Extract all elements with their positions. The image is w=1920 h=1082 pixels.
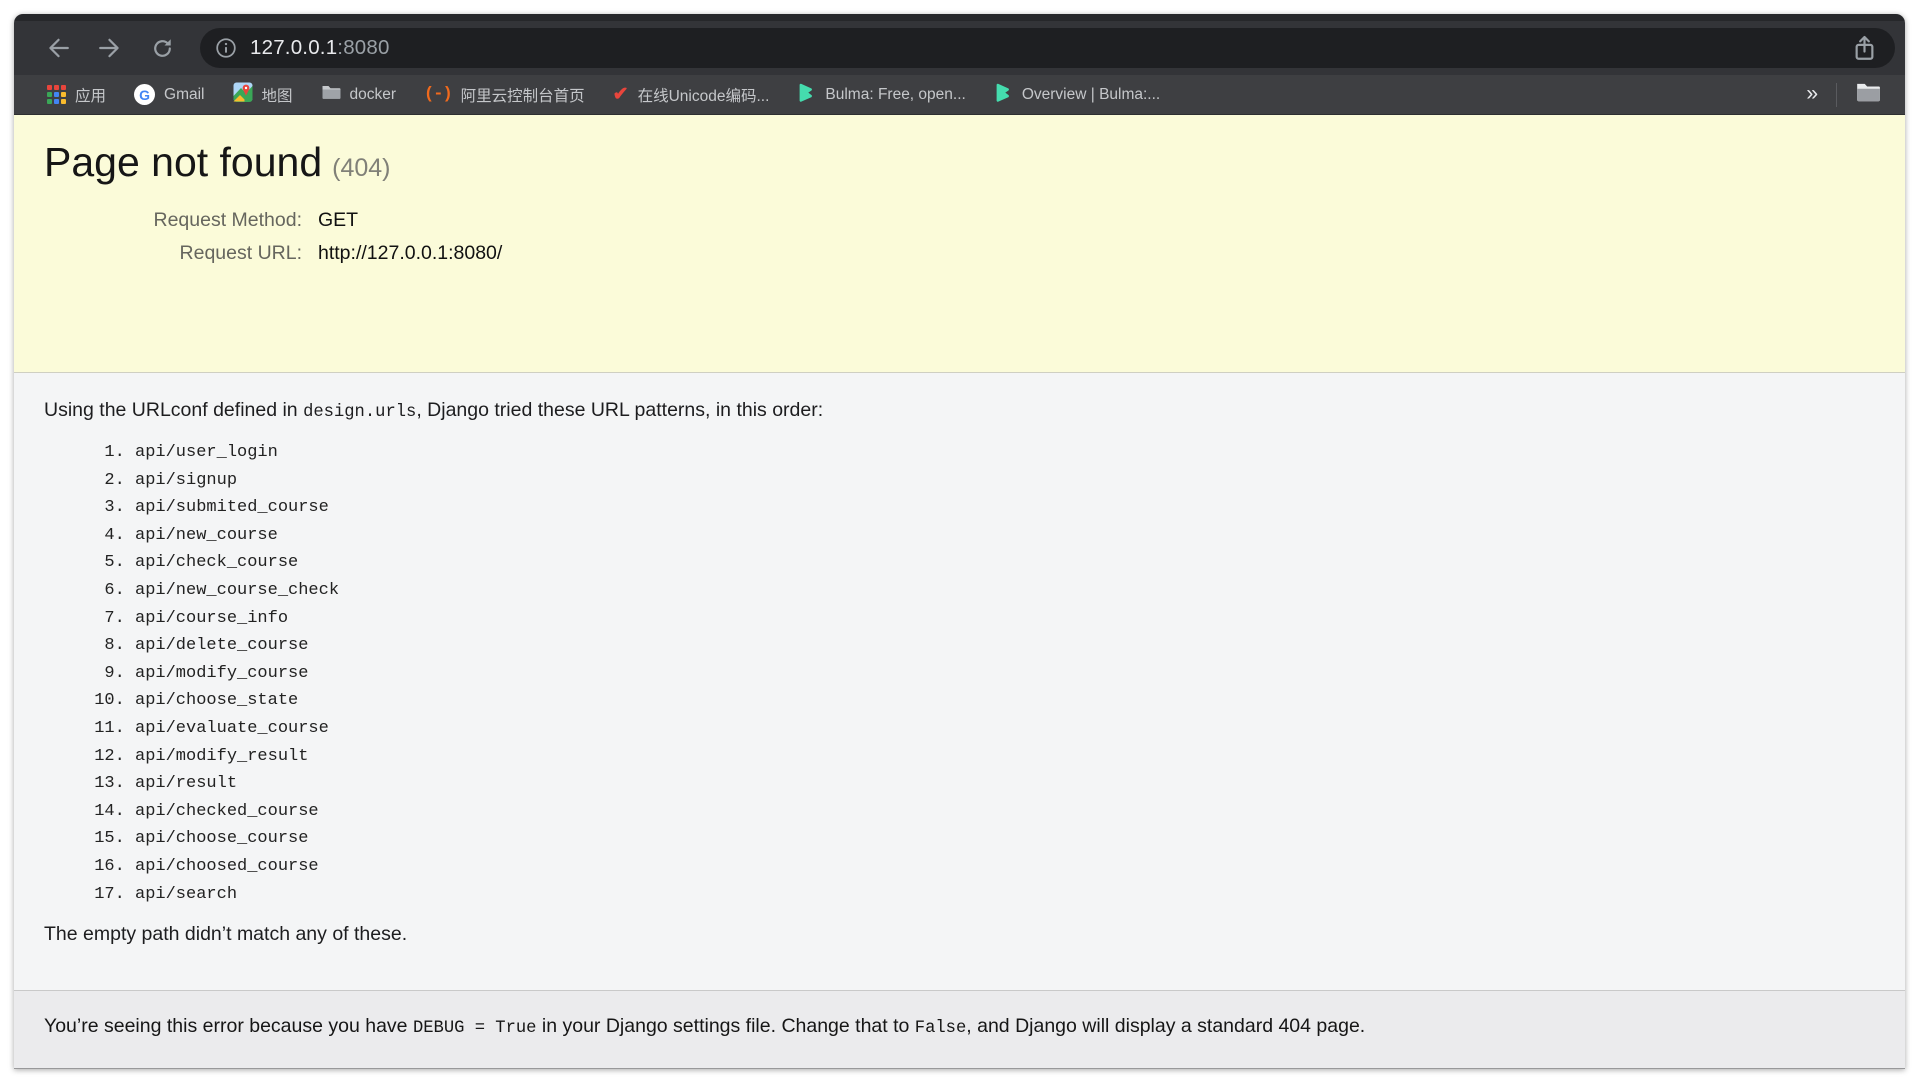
page-content: Page not found(404) Request Method: GET … bbox=[14, 115, 1905, 1069]
debug-false-code: False bbox=[915, 1019, 966, 1038]
bookmark-label: 阿里云控制台首页 bbox=[461, 84, 585, 106]
url-pattern-item: api/new_course_check bbox=[135, 577, 1875, 605]
site-info-icon[interactable] bbox=[215, 37, 237, 59]
request-url-row: Request URL: http://127.0.0.1:8080/ bbox=[44, 237, 502, 270]
error-summary: Page not found(404) Request Method: GET … bbox=[14, 115, 1905, 373]
google-g-icon: G bbox=[134, 84, 155, 105]
bookmark-bulma-overview[interactable]: Overview | Bulma:... bbox=[994, 82, 1160, 108]
folder-icon bbox=[321, 82, 341, 107]
url-pattern-item: api/choose_course bbox=[135, 825, 1875, 853]
bulma-icon bbox=[797, 82, 816, 108]
bookmark-apps[interactable]: 应用 bbox=[47, 84, 106, 106]
url-pattern-item: api/choose_state bbox=[135, 687, 1875, 715]
bookmark-label: 在线Unicode编码... bbox=[638, 84, 770, 106]
debug-true-code: DEBUG = True bbox=[413, 1019, 537, 1038]
bookmarks-divider bbox=[1836, 83, 1837, 107]
request-method-row: Request Method: GET bbox=[44, 204, 502, 237]
bookmark-docker[interactable]: docker bbox=[321, 82, 397, 107]
request-url-label: Request URL: bbox=[44, 237, 302, 270]
bookmarks-right-group: » bbox=[1806, 80, 1881, 109]
bookmarks-overflow-chevron[interactable]: » bbox=[1806, 83, 1818, 107]
request-url-value: http://127.0.0.1:8080/ bbox=[302, 237, 502, 270]
url-pattern-item: api/modify_course bbox=[135, 660, 1875, 688]
status-code: (404) bbox=[332, 154, 390, 182]
request-info-table: Request Method: GET Request URL: http://… bbox=[44, 204, 502, 270]
url-pattern-item: api/search bbox=[135, 881, 1875, 909]
url-port: :8080 bbox=[337, 36, 389, 59]
address-bar[interactable]: 127.0.0.1:8080 bbox=[200, 28, 1895, 68]
window-top-strip bbox=[14, 14, 1905, 21]
aliyun-console-icon: (-) bbox=[424, 85, 452, 104]
bookmark-label: Gmail bbox=[164, 86, 204, 104]
browser-toolbar: 127.0.0.1:8080 bbox=[14, 21, 1905, 75]
reload-icon bbox=[150, 36, 175, 61]
red-check-icon: ✔ bbox=[613, 83, 629, 106]
url-patterns-list: api/user_loginapi/signupapi/submited_cou… bbox=[44, 439, 1875, 908]
url-pattern-item: api/new_course bbox=[135, 522, 1875, 550]
url-pattern-item: api/signup bbox=[135, 467, 1875, 495]
urlconf-info: Using the URLconf defined in design.urls… bbox=[14, 373, 1905, 990]
bookmark-unicode-encoder[interactable]: ✔ 在线Unicode编码... bbox=[613, 83, 770, 106]
debug-explanation: You’re seeing this error because you hav… bbox=[14, 990, 1905, 1069]
share-icon[interactable] bbox=[1850, 34, 1879, 63]
url-pattern-item: api/submited_course bbox=[135, 494, 1875, 522]
back-button[interactable] bbox=[41, 31, 75, 65]
url-host: 127.0.0.1 bbox=[250, 36, 337, 59]
apps-grid-icon bbox=[47, 85, 66, 104]
bookmark-label: Overview | Bulma:... bbox=[1022, 86, 1160, 104]
url-pattern-item: api/user_login bbox=[135, 439, 1875, 467]
reload-button[interactable] bbox=[145, 31, 179, 65]
url-pattern-item: api/checked_course bbox=[135, 798, 1875, 826]
bookmark-aliyun-console[interactable]: (-) 阿里云控制台首页 bbox=[424, 84, 585, 106]
url-pattern-item: api/modify_result bbox=[135, 743, 1875, 771]
no-match-message: The empty path didn’t match any of these… bbox=[44, 923, 1875, 946]
bookmark-bulma-free[interactable]: Bulma: Free, open... bbox=[797, 82, 965, 108]
url-pattern-item: api/result bbox=[135, 770, 1875, 798]
back-arrow-icon bbox=[45, 35, 71, 61]
request-method-value: GET bbox=[302, 204, 502, 237]
url-pattern-item: api/delete_course bbox=[135, 632, 1875, 660]
bookmark-label: 地图 bbox=[262, 84, 293, 106]
url-pattern-item: api/evaluate_course bbox=[135, 715, 1875, 743]
bookmark-label: Bulma: Free, open... bbox=[825, 86, 965, 104]
bookmark-gmail[interactable]: G Gmail bbox=[134, 84, 204, 105]
forward-button[interactable] bbox=[93, 31, 127, 65]
bookmark-maps[interactable]: 地图 bbox=[233, 82, 293, 107]
google-maps-icon bbox=[233, 82, 253, 107]
bookmark-label: 应用 bbox=[75, 84, 106, 106]
browser-window: 127.0.0.1:8080 应用 G Gmail 地图 docker bbox=[14, 14, 1905, 1069]
urlconf-intro: Using the URLconf defined in design.urls… bbox=[44, 399, 1875, 422]
forward-arrow-icon bbox=[97, 35, 123, 61]
page-title: Page not found(404) bbox=[44, 139, 1875, 186]
urlconf-module: design.urls bbox=[303, 403, 416, 422]
url-pattern-item: api/course_info bbox=[135, 605, 1875, 633]
bookmark-label: docker bbox=[350, 86, 397, 104]
url-pattern-item: api/choosed_course bbox=[135, 853, 1875, 881]
request-method-label: Request Method: bbox=[44, 204, 302, 237]
other-bookmarks-folder-icon[interactable] bbox=[1855, 80, 1881, 109]
url-text: 127.0.0.1:8080 bbox=[250, 36, 390, 60]
bulma-icon bbox=[994, 82, 1013, 108]
bookmarks-bar: 应用 G Gmail 地图 docker (-) 阿里云控制台首页 ✔ 在线Un… bbox=[14, 75, 1905, 115]
url-pattern-item: api/check_course bbox=[135, 549, 1875, 577]
